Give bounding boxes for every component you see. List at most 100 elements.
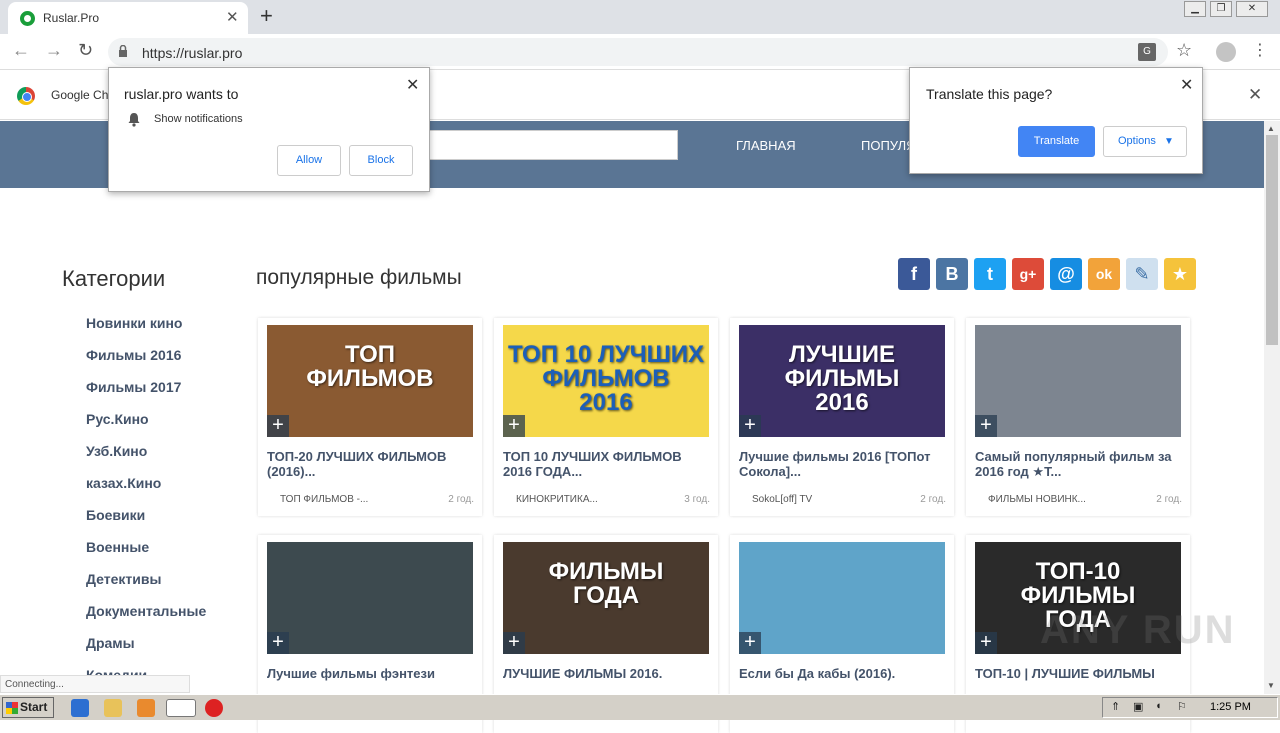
scroll-down-icon[interactable]: ▼ — [1267, 681, 1275, 690]
add-to-playlist-icon[interactable]: + — [267, 632, 289, 654]
system-tray: ⇑ ▣ ◖ ⚐ — [1102, 697, 1278, 718]
translate-options-button[interactable]: Options ▼ — [1103, 126, 1187, 157]
video-card[interactable]: ЛУЧШИЕ ФИЛЬМЫ 2016 + Лучшие фильмы 2016 [Т… — [730, 318, 954, 516]
video-title[interactable]: Если бы Да кабы (2016). — [739, 666, 949, 681]
mail-icon[interactable]: @ — [1050, 258, 1082, 290]
explorer-icon[interactable] — [104, 699, 122, 717]
minimize-icon[interactable]: ▁ — [1184, 1, 1206, 17]
category-link[interactable]: Рус.Кино — [86, 411, 149, 427]
twitter-icon[interactable]: t — [974, 258, 1006, 290]
scroll-up-icon[interactable]: ▲ — [1267, 124, 1275, 133]
tray-up-arrow-icon[interactable]: ⇑ — [1111, 700, 1120, 713]
video-channel[interactable]: ФИЛЬМЫ НОВИНК... — [988, 494, 1086, 505]
nav-home[interactable]: ГЛАВНАЯ — [736, 138, 796, 153]
video-title[interactable]: ТОП-20 ЛУЧШИХ ФИЛЬМОВ (2016)... — [267, 449, 477, 479]
video-title[interactable]: ЛУЧШИЕ ФИЛЬМЫ 2016. — [503, 666, 713, 681]
back-icon[interactable]: ← — [12, 40, 30, 61]
allow-button[interactable]: Allow — [277, 145, 341, 176]
video-channel[interactable]: ТОП ФИЛЬМОВ -... — [280, 494, 368, 505]
video-title[interactable]: Самый популярный фильм за 2016 год ★Т... — [975, 449, 1185, 479]
translate-button[interactable]: Translate — [1018, 126, 1095, 157]
address-bar[interactable]: https://ruslar.pro G — [108, 38, 1168, 66]
category-link[interactable]: казах.Кино — [86, 475, 161, 491]
category-link[interactable]: Документальные — [86, 603, 206, 619]
windows-taskbar: Start ⇑ ▣ ◖ ⚐ 1:25 PM — [0, 694, 1280, 720]
infobar-close-icon[interactable]: ✕ — [1248, 85, 1262, 105]
notification-popup-close-icon[interactable]: ✕ — [406, 75, 419, 95]
lock-icon — [119, 45, 127, 57]
ie-icon[interactable] — [71, 699, 89, 717]
category-link[interactable]: Фильмы 2016 — [86, 347, 181, 363]
video-title[interactable]: Лучшие фильмы фэнтези — [267, 666, 477, 681]
forward-icon[interactable]: → — [45, 40, 63, 61]
vk-icon[interactable]: B — [936, 258, 968, 290]
category-link[interactable]: Новинки кино — [86, 315, 182, 331]
reload-icon[interactable]: ↻ — [78, 40, 93, 61]
chrome-taskbar-icon[interactable] — [166, 699, 196, 717]
category-link[interactable]: Детективы — [86, 571, 161, 587]
page-scrollbar[interactable]: ▲ ▼ — [1264, 121, 1280, 694]
nav-popular[interactable]: ПОПУЛЯ — [861, 138, 916, 153]
site-search-input[interactable] — [410, 130, 678, 160]
add-to-playlist-icon[interactable]: + — [503, 415, 525, 437]
new-tab-icon[interactable]: + — [260, 3, 273, 29]
volume-icon[interactable]: ◖ — [1155, 700, 1162, 712]
google-plus-icon[interactable]: g+ — [1012, 258, 1044, 290]
video-thumbnail[interactable]: + — [975, 325, 1181, 437]
restore-icon[interactable]: ❐ — [1210, 1, 1232, 17]
anyrun-watermark: ANY RUN — [1040, 608, 1236, 652]
security-app-icon[interactable] — [205, 699, 223, 717]
profile-avatar-icon[interactable] — [1216, 42, 1236, 62]
category-link[interactable]: Фильмы 2017 — [86, 379, 181, 395]
add-to-playlist-icon[interactable]: + — [975, 415, 997, 437]
video-thumbnail[interactable]: ТОП 10 ЛУЧШИХ ФИЛЬМОВ 2016 + — [503, 325, 709, 437]
add-to-playlist-icon[interactable]: + — [267, 415, 289, 437]
category-link[interactable]: Драмы — [86, 635, 135, 651]
video-age: 3 год. — [684, 494, 710, 505]
window-close-icon[interactable]: ✕ — [1236, 1, 1268, 17]
category-link[interactable]: Узб.Кино — [86, 443, 147, 459]
video-age: 2 год. — [1156, 494, 1182, 505]
flag-icon[interactable]: ⚐ — [1177, 700, 1187, 713]
video-title[interactable]: ТОП-10 | ЛУЧШИЕ ФИЛЬМЫ — [975, 666, 1185, 681]
video-card[interactable]: + Самый популярный фильм за 2016 год ★Т..… — [966, 318, 1190, 516]
bookmark-star-icon[interactable]: ☆ — [1176, 40, 1192, 61]
livejournal-icon[interactable]: ✎ — [1126, 258, 1158, 290]
media-player-icon[interactable] — [137, 699, 155, 717]
tab-title: Ruslar.Pro — [43, 11, 100, 25]
video-card[interactable]: ТОП ФИЛЬМОВ + ТОП-20 ЛУЧШИХ ФИЛЬМОВ (2016)… — [258, 318, 482, 516]
tab-close-icon[interactable]: ✕ — [226, 8, 239, 26]
network-icon[interactable]: ▣ — [1133, 700, 1143, 713]
translate-icon[interactable]: G — [1138, 43, 1156, 61]
category-link[interactable]: Боевики — [86, 507, 145, 523]
video-title[interactable]: Лучшие фильмы 2016 [ТОПот Сокола]... — [739, 449, 949, 479]
favorites-star-icon[interactable]: ★ — [1164, 258, 1196, 290]
odnoklassniki-icon[interactable]: ok — [1088, 258, 1120, 290]
translate-popup-close-icon[interactable]: ✕ — [1180, 75, 1193, 95]
video-channel[interactable]: SokoL[off] TV — [752, 494, 812, 505]
video-thumbnail[interactable]: ФИЛЬМЫ ГОДА + — [503, 542, 709, 654]
add-to-playlist-icon[interactable]: + — [739, 415, 761, 437]
categories-title: Категории — [62, 266, 166, 291]
facebook-icon[interactable]: f — [898, 258, 930, 290]
start-button[interactable]: Start — [2, 697, 54, 718]
bell-icon — [128, 113, 140, 127]
block-button[interactable]: Block — [349, 145, 413, 176]
video-title[interactable]: ТОП 10 ЛУЧШИХ ФИЛЬМОВ 2016 ГОДА... — [503, 449, 713, 479]
chrome-menu-icon[interactable]: ⋮ — [1252, 40, 1268, 60]
video-thumbnail[interactable]: + — [267, 542, 473, 654]
add-to-playlist-icon[interactable]: + — [503, 632, 525, 654]
video-thumbnail[interactable]: ТОП ФИЛЬМОВ + — [267, 325, 473, 437]
main-title: популярные фильмы — [256, 266, 462, 289]
video-thumbnail[interactable]: ЛУЧШИЕ ФИЛЬМЫ 2016 + — [739, 325, 945, 437]
browser-tab[interactable]: Ruslar.Pro ✕ — [8, 2, 248, 34]
translate-options-label: Options — [1118, 135, 1156, 147]
video-channel[interactable]: КИНОКРИТИКА... — [516, 494, 598, 505]
add-to-playlist-icon[interactable]: + — [975, 632, 997, 654]
video-thumbnail[interactable]: + — [739, 542, 945, 654]
translate-popup: Translate this page? ✕ Translate Options… — [909, 67, 1203, 174]
scroll-thumb[interactable] — [1266, 135, 1278, 345]
add-to-playlist-icon[interactable]: + — [739, 632, 761, 654]
video-card[interactable]: ТОП 10 ЛУЧШИХ ФИЛЬМОВ 2016 + ТОП 10 ЛУЧШИХ… — [494, 318, 718, 516]
category-link[interactable]: Военные — [86, 539, 149, 555]
